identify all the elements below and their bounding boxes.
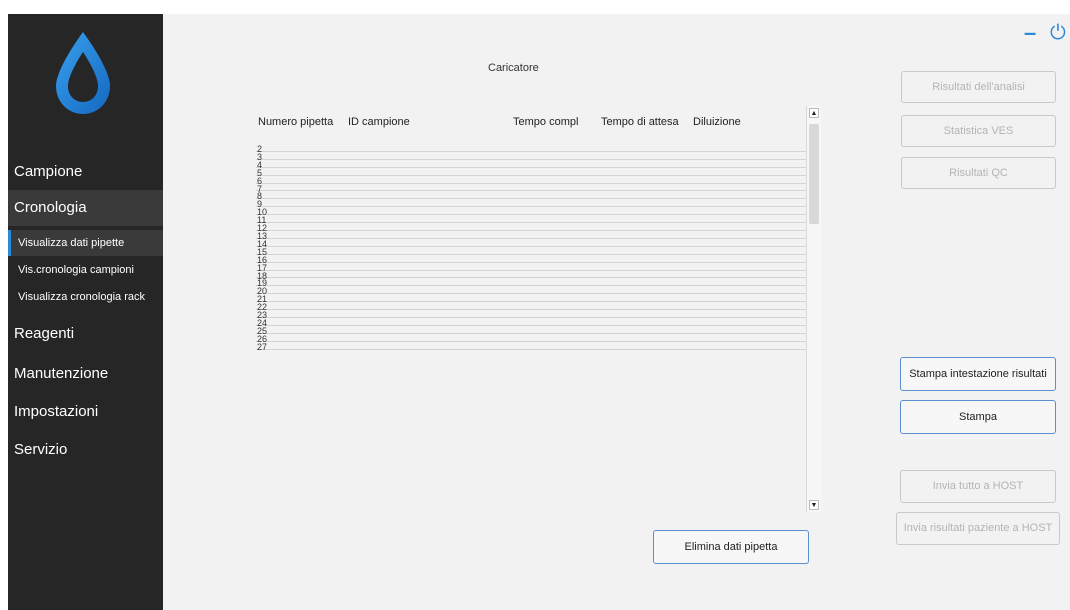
statistica-ves-button[interactable]: Statistica VES [901, 115, 1056, 147]
table-row[interactable]: 20 [256, 286, 806, 296]
table-header: Numero pipetta ID campione Tempo compl T… [256, 114, 806, 130]
table-row[interactable]: 21 [256, 294, 806, 304]
table-row[interactable]: 5 [256, 168, 806, 178]
column-header-tempo-di-attesa: Tempo di attesa [601, 116, 679, 128]
column-header-numero-pipetta: Numero pipetta [258, 116, 334, 128]
table-row[interactable]: 17 [256, 263, 806, 273]
table-row[interactable]: 23 [256, 310, 806, 320]
table-row[interactable]: 11 [256, 215, 806, 225]
sidebar-item-impostazioni[interactable]: Impostazioni [8, 394, 163, 430]
table-row[interactable]: 9 [256, 199, 806, 209]
table-row[interactable]: 3 [256, 152, 806, 162]
power-icon[interactable]: ⏻ [1050, 22, 1066, 45]
column-header-diluizione: Diluizione [693, 116, 741, 128]
table-row[interactable]: 27 [256, 342, 806, 352]
table-row[interactable]: 6 [256, 176, 806, 186]
table-row[interactable]: 16 [256, 255, 806, 265]
table-row[interactable]: 2 [256, 144, 806, 154]
elimina-dati-pipetta-button[interactable]: Elimina dati pipetta [653, 530, 809, 564]
table-row[interactable]: 12 [256, 223, 806, 233]
scroll-down-arrow-icon[interactable]: ▼ [809, 500, 819, 510]
table-row[interactable]: 18 [256, 271, 806, 280]
table-row[interactable]: 4 [256, 160, 806, 170]
stampa-intestazione-risultati-button[interactable]: Stampa intestazione risultati [900, 357, 1056, 391]
pipette-table: Numero pipetta ID campione Tempo compl T… [256, 114, 806, 511]
water-drop-logo [56, 32, 110, 114]
table-row[interactable]: 19 [256, 278, 806, 288]
table-row[interactable]: 13 [256, 231, 806, 241]
column-header-id-campione: ID campione [348, 116, 410, 128]
scroll-thumb[interactable] [809, 124, 819, 224]
table-row[interactable]: 24 [256, 318, 806, 328]
scroll-up-arrow-icon[interactable]: ▲ [809, 108, 819, 118]
table-body: 2 3 4 5 6 7 8 9 10 11 12 13 14 15 16 17 18 19 20 21 22 23 24 25… [256, 129, 806, 511]
sidebar-subitem-visualizza-cronologia-rack[interactable]: Visualizza cronologia rack [8, 284, 163, 310]
table-row[interactable]: 14 [256, 239, 806, 249]
sidebar-item-manutenzione[interactable]: Manutenzione [8, 356, 163, 392]
table-row[interactable]: 8 [256, 191, 806, 201]
risultati-analisi-button[interactable]: Risultati dell'analisi [901, 71, 1056, 103]
invia-risultati-paziente-host-button[interactable]: Invia risultati paziente a HOST [896, 512, 1060, 545]
sidebar-subitem-visualizza-dati-pipette[interactable]: Visualizza dati pipette [8, 230, 163, 256]
sidebar-item-reagenti[interactable]: Reagenti [8, 316, 163, 352]
risultati-qc-button[interactable]: Risultati QC [901, 157, 1056, 189]
column-header-tempo-compl: Tempo compl [513, 116, 579, 128]
table-row[interactable]: 26 [256, 334, 806, 344]
sidebar-item-servizio[interactable]: Servizio [8, 432, 163, 468]
table-row[interactable]: 7 [256, 184, 806, 193]
table-row[interactable]: 10 [256, 207, 806, 217]
table-row[interactable]: 25 [256, 326, 806, 336]
sidebar: Campione Cronologia Visualizza dati pipe… [8, 14, 163, 610]
sidebar-item-campione[interactable]: Campione [8, 154, 163, 190]
minimize-icon[interactable]: – [1024, 20, 1036, 46]
page-title: Caricatore [488, 62, 539, 74]
sidebar-item-cronologia[interactable]: Cronologia [8, 190, 163, 226]
table-row[interactable]: 15 [256, 247, 806, 257]
sidebar-subitem-vis-cronologia-campioni[interactable]: Vis.cronologia campioni [8, 257, 163, 283]
table-row[interactable]: 22 [256, 302, 806, 312]
invia-tutto-host-button[interactable]: Invia tutto a HOST [900, 470, 1056, 503]
app-window: Campione Cronologia Visualizza dati pipe… [8, 14, 1070, 610]
table-scrollbar[interactable]: ▲ ▼ [806, 106, 821, 512]
stampa-button[interactable]: Stampa [900, 400, 1056, 434]
